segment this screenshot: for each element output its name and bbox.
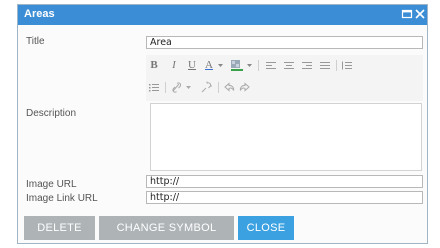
dialog-titlebar[interactable]: Areas [18, 5, 427, 25]
bullet-list-icon[interactable] [148, 81, 160, 94]
italic-button[interactable]: I [168, 59, 180, 72]
change-symbol-button[interactable]: CHANGE SYMBOL [99, 216, 234, 240]
rich-text-toolbar: B I U A [146, 55, 423, 101]
font-color-button[interactable]: A [203, 59, 215, 72]
image-link-url-label: Image Link URL [26, 193, 98, 204]
bold-button[interactable]: B [148, 59, 160, 72]
redo-icon[interactable] [239, 81, 251, 94]
toolbar-separator [218, 82, 219, 93]
align-center-icon[interactable] [283, 59, 295, 72]
image-url-label: Image URL [26, 179, 77, 190]
align-right-icon[interactable] [301, 59, 313, 72]
highlight-color-icon[interactable] [230, 59, 244, 72]
font-color-dropdown-icon[interactable] [216, 59, 225, 72]
justify-icon[interactable] [319, 59, 331, 72]
align-left-icon[interactable] [265, 59, 277, 72]
close-icon[interactable] [414, 8, 426, 20]
highlight-dropdown-icon[interactable] [245, 59, 254, 72]
delete-button[interactable]: DELETE [24, 216, 95, 240]
toolbar-separator [336, 60, 337, 71]
image-link-url-input[interactable]: http:// [146, 191, 423, 204]
description-label: Description [26, 108, 77, 119]
link-dropdown-icon[interactable] [184, 81, 193, 94]
numbered-list-icon[interactable] [341, 59, 353, 72]
maximize-icon[interactable] [401, 8, 413, 20]
toolbar-separator [258, 60, 259, 71]
link-icon[interactable] [170, 81, 182, 94]
unlink-icon[interactable] [200, 81, 212, 94]
image-url-input[interactable]: http:// [146, 175, 423, 188]
dialog-title: Areas [24, 8, 55, 20]
title-label: Title [26, 36, 45, 47]
undo-icon[interactable] [223, 81, 235, 94]
areas-dialog: Areas Title Area B I U A Description Ima… [17, 4, 428, 244]
close-button[interactable]: CLOSE [238, 216, 294, 240]
toolbar-separator [165, 82, 166, 93]
underline-button[interactable]: U [186, 59, 198, 72]
description-editor[interactable] [150, 103, 422, 171]
title-input[interactable]: Area [146, 36, 423, 49]
